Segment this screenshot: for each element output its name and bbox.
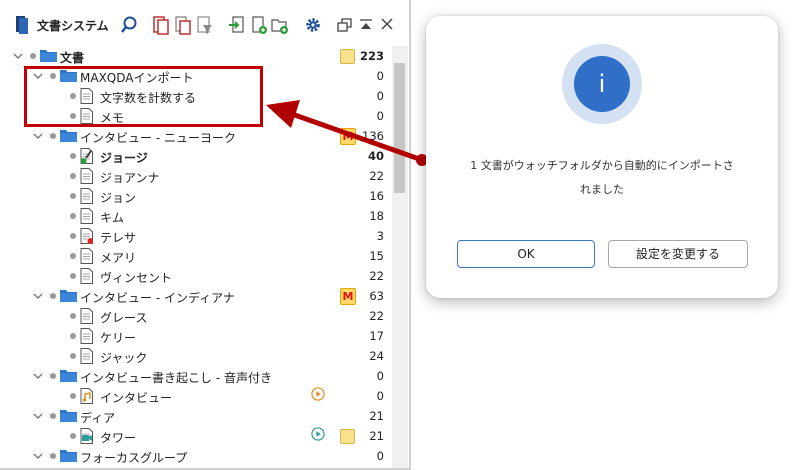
info-icon: i <box>574 56 630 112</box>
info-icon-halo: i <box>562 44 642 124</box>
ok-button[interactable]: OK <box>457 240 595 268</box>
dialog-message-line1: 1 文書がウォッチフォルダから自動的にインポートさ <box>470 159 734 172</box>
dialog-message: 1 文書がウォッチフォルダから自動的にインポートさ れました <box>446 154 758 202</box>
dialog-message-line2: れました <box>580 183 624 196</box>
info-dialog: i 1 文書がウォッチフォルダから自動的にインポートさ れました OK 設定を変… <box>426 16 778 298</box>
change-settings-button[interactable]: 設定を変更する <box>608 240 748 268</box>
